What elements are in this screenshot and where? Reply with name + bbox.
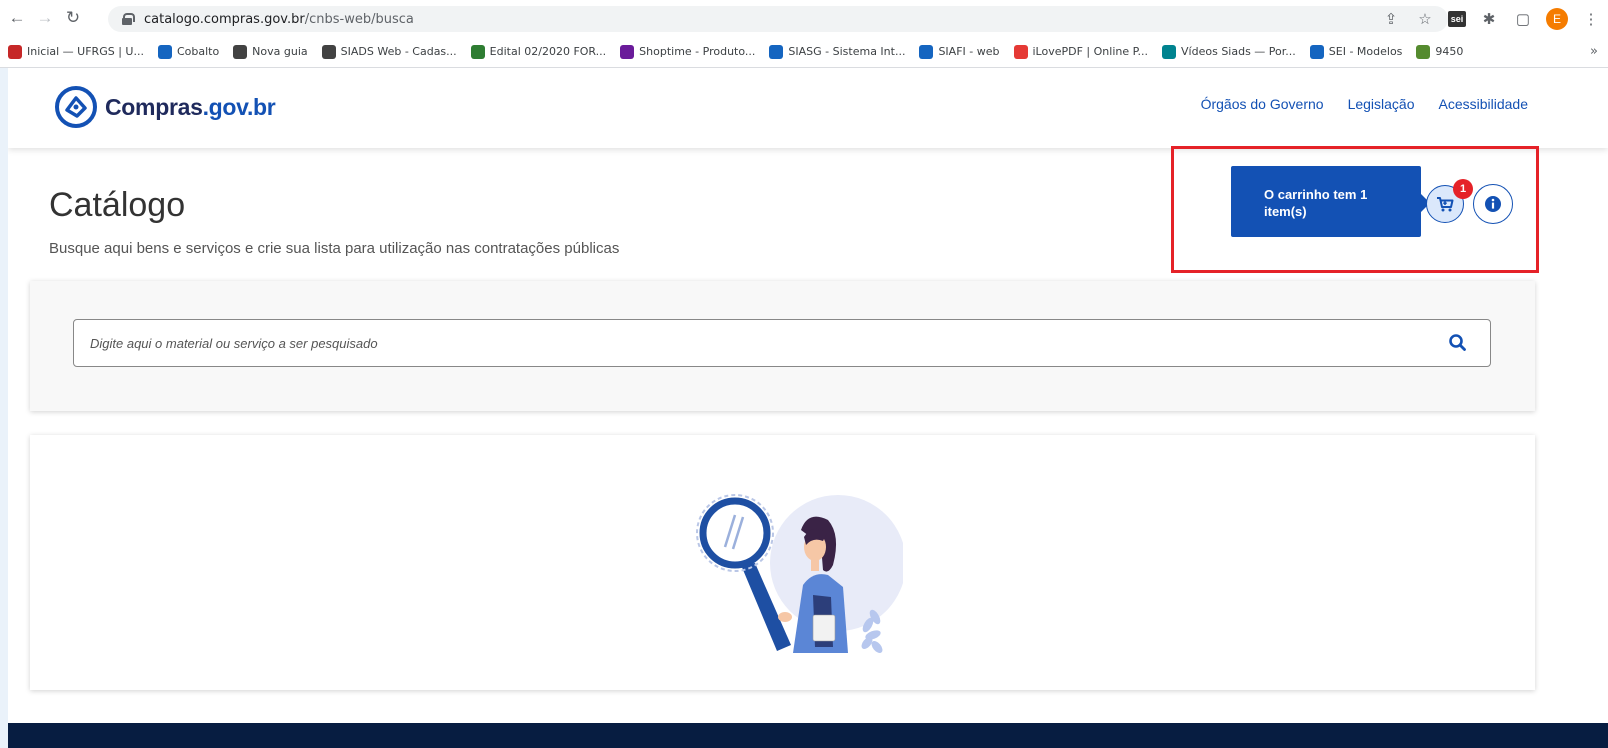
bookmark-item[interactable]: Edital 02/2020 FOR... xyxy=(470,44,607,59)
profile-avatar[interactable]: E xyxy=(1546,8,1568,30)
cart-tooltip: O carrinho tem 1 item(s) xyxy=(1231,166,1430,237)
bookmark-label: SIASG - Sistema Int... xyxy=(788,45,906,58)
compras-logo-icon xyxy=(55,86,97,128)
bookmark-favicon-icon xyxy=(1309,44,1324,59)
bookmark-label: SEI - Modelos xyxy=(1328,45,1403,58)
compras-logo[interactable]: Compras.gov.br xyxy=(53,84,276,130)
bookmark-item[interactable]: SEI - Modelos xyxy=(1309,44,1403,59)
bookmark-label: Edital 02/2020 FOR... xyxy=(489,45,607,58)
bookmark-item[interactable]: iLovePDF | Online P... xyxy=(1013,44,1149,59)
bookmark-item[interactable]: SIAFI - web xyxy=(919,44,1000,59)
bookmark-favicon-icon xyxy=(620,44,635,59)
bookmark-favicon-icon xyxy=(321,44,336,59)
bookmark-label: iLovePDF | Online P... xyxy=(1032,45,1149,58)
address-bar[interactable]: catalogo.compras.gov.br/cnbs-web/busca xyxy=(108,6,1448,32)
bookmark-label: Nova guia xyxy=(252,45,308,58)
bookmark-favicon-icon xyxy=(1013,44,1028,59)
search-input[interactable] xyxy=(73,319,1491,367)
menu-kebab-icon[interactable]: ⋮ xyxy=(1580,8,1602,30)
bookmark-favicon-icon xyxy=(1416,44,1431,59)
bookmark-item[interactable]: Vídeos Siads — Por... xyxy=(1162,44,1296,59)
info-button[interactable] xyxy=(1473,184,1513,224)
cart-icon xyxy=(1437,197,1454,212)
bookmark-item[interactable]: SIASG - Sistema Int... xyxy=(769,44,906,59)
page-content: Compras.gov.br Órgãos do Governo Legisla… xyxy=(8,68,1608,748)
cart-count-badge: 1 xyxy=(1453,179,1473,199)
browser-actions: ⇪ ☆ sei ✱ ▢ E ⋮ xyxy=(1380,6,1608,32)
sei-extension-icon[interactable]: sei xyxy=(1448,11,1466,27)
url-domain: catalogo.compras.gov.br xyxy=(144,11,305,27)
bookmark-favicon-icon xyxy=(157,44,172,59)
bookmark-item[interactable]: SIADS Web - Cadas... xyxy=(321,44,457,59)
search-illustration xyxy=(696,494,903,653)
bookmark-star-icon[interactable]: ☆ xyxy=(1414,8,1436,30)
bookmark-label: Inicial — UFRGS | U... xyxy=(27,45,144,58)
lock-icon[interactable] xyxy=(122,13,135,25)
search-icon[interactable] xyxy=(1448,333,1468,353)
logo-brand: Compras xyxy=(105,93,203,120)
bookmarks-bar: Inicial — UFRGS | U... Cobalto Nova guia SI… xyxy=(0,36,1608,68)
bookmark-label: 9450 xyxy=(1435,45,1464,58)
search-panel xyxy=(30,281,1535,411)
browser-toolbar: ← → ↻ catalogo.compras.gov.br/cnbs-web/b… xyxy=(0,0,1608,36)
bookmark-favicon-icon xyxy=(1162,44,1177,59)
page-subtitle: Busque aqui bens e serviços e crie sua l… xyxy=(49,240,620,257)
nav-acessibilidade[interactable]: Acessibilidade xyxy=(1439,96,1529,112)
extensions-puzzle-icon[interactable]: ✱ xyxy=(1478,8,1500,30)
bookmark-item[interactable]: Inicial — UFRGS | U... xyxy=(8,44,144,59)
logo-wordmark: Compras.gov.br xyxy=(105,93,276,121)
bookmark-item[interactable]: Nova guia xyxy=(233,44,308,59)
logo-domain: .gov.br xyxy=(202,93,276,120)
top-nav: Órgãos do Governo Legislação Acessibilid… xyxy=(1201,96,1528,112)
side-panel-icon[interactable]: ▢ xyxy=(1512,8,1534,30)
bookmark-item[interactable]: Cobalto xyxy=(157,44,220,59)
bookmark-label: Shoptime - Produto... xyxy=(639,45,756,58)
bookmark-favicon-icon xyxy=(8,44,22,59)
site-header: Compras.gov.br Órgãos do Governo Legisla… xyxy=(8,68,1608,148)
bookmark-item[interactable]: 9450 xyxy=(1416,44,1464,59)
bookmark-item[interactable]: Shoptime - Produto... xyxy=(620,44,756,59)
bookmark-favicon-icon xyxy=(919,44,934,59)
reload-icon[interactable]: ↻ xyxy=(62,7,84,29)
info-icon xyxy=(1485,196,1501,212)
bookmark-favicon-icon xyxy=(769,44,784,59)
nav-orgaos-governo[interactable]: Órgãos do Governo xyxy=(1201,96,1324,112)
bookmark-favicon-icon xyxy=(233,44,248,59)
bookmark-label: Vídeos Siads — Por... xyxy=(1181,45,1296,58)
results-panel xyxy=(30,435,1535,690)
site-footer xyxy=(8,723,1608,748)
nav-legislacao[interactable]: Legislação xyxy=(1348,96,1415,112)
bookmark-favicon-icon xyxy=(470,44,485,59)
forward-icon[interactable]: → xyxy=(34,7,56,29)
share-icon[interactable]: ⇪ xyxy=(1380,8,1402,30)
bookmark-label: Cobalto xyxy=(176,45,220,58)
url-path: /cnbs-web/busca xyxy=(304,11,414,27)
bookmark-label: SIADS Web - Cadas... xyxy=(340,45,457,58)
bookmark-label: SIAFI - web xyxy=(938,45,1000,58)
page-title: Catálogo xyxy=(49,186,186,224)
more-bookmarks-icon[interactable]: » xyxy=(1590,44,1598,59)
back-icon[interactable]: ← xyxy=(6,7,28,29)
